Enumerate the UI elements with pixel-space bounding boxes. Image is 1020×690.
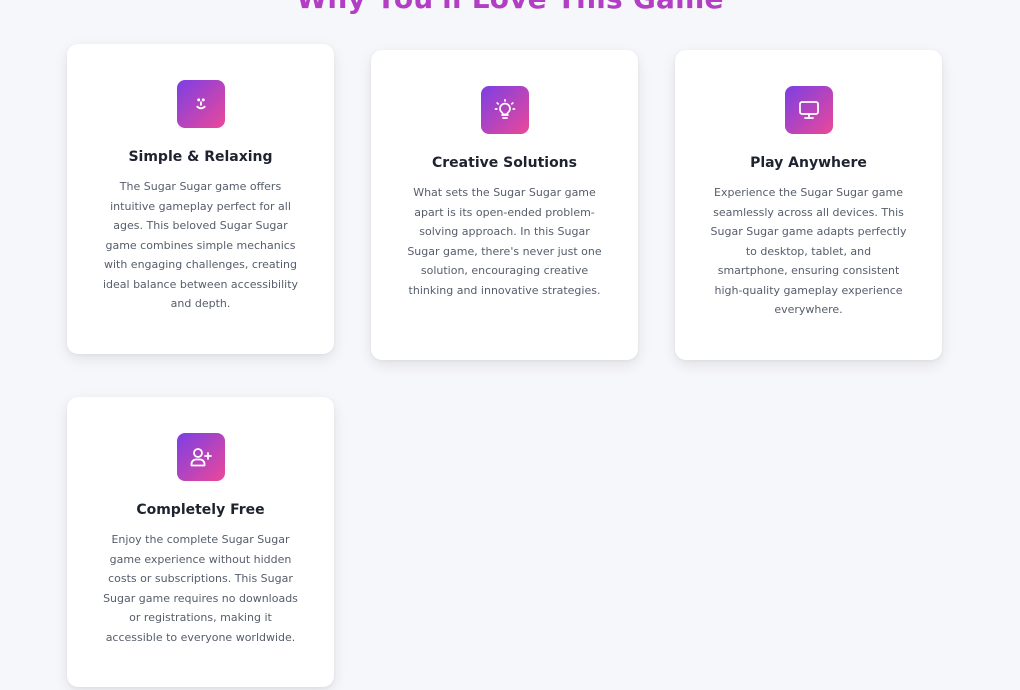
feature-description: The Sugar Sugar game offers intuitive ga… (102, 180, 299, 310)
lightbulb-icon (480, 86, 529, 134)
monitor-icon (784, 86, 833, 134)
feature-title: Play Anywhere (750, 155, 867, 171)
feature-card-creative-solutions: Creative Solutions What sets the Sugar S… (371, 50, 638, 360)
feature-title: Creative Solutions (432, 155, 577, 171)
section-title: Why You'll Love This Game (0, 0, 1020, 15)
feature-card-simple-relaxing: Simple & Relaxing The Sugar Sugar game o… (67, 44, 334, 354)
feature-title: Simple & Relaxing (128, 149, 273, 165)
features-section: Why You'll Love This Game Simple & Relax… (0, 0, 1020, 690)
feature-description: What sets the Sugar Sugar game apart is … (407, 186, 602, 297)
feature-card-play-anywhere: Play Anywhere Experience the Sugar Sugar… (675, 50, 942, 360)
smile-icon (176, 80, 225, 128)
feature-title: Completely Free (136, 502, 265, 518)
feature-description: Enjoy the complete Sugar Sugar game expe… (103, 533, 298, 644)
feature-description: Experience the Sugar Sugar game seamless… (710, 186, 907, 316)
feature-card-completely-free: Completely Free Enjoy the complete Sugar… (67, 397, 334, 687)
user-plus-icon (176, 433, 225, 481)
